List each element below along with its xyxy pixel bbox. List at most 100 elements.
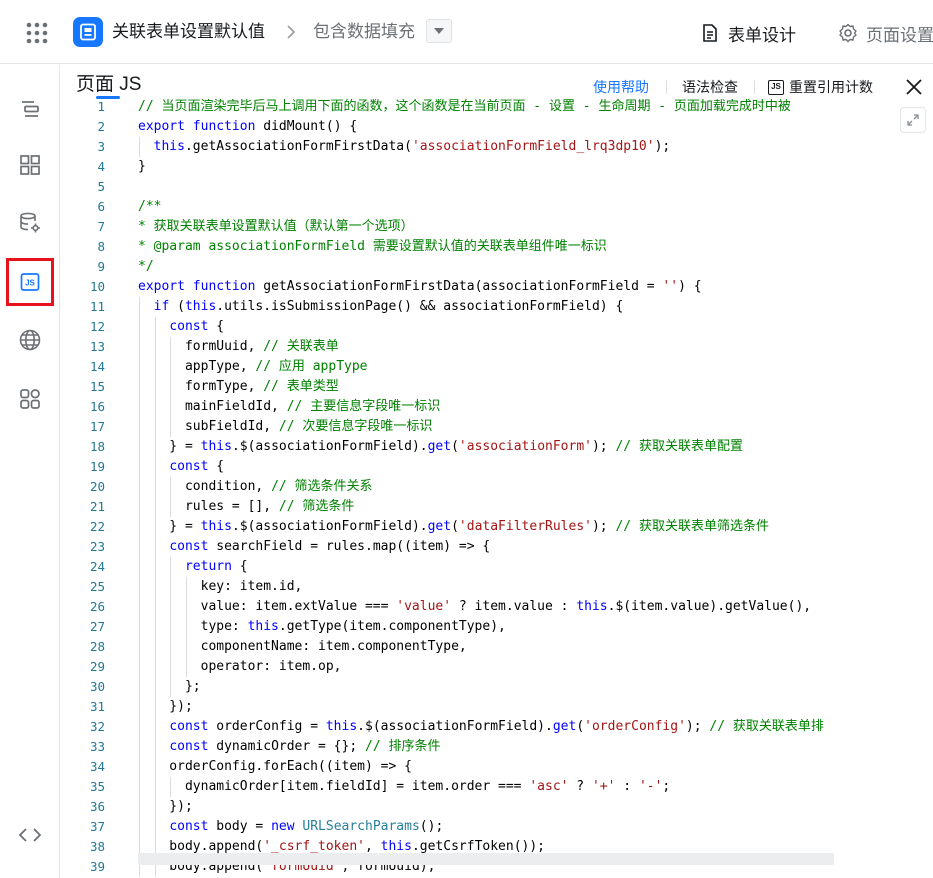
code-line: 6 /** [60, 197, 933, 217]
code-text: * @param associationFormField 需要设置默认值的关联… [138, 237, 607, 257]
code-token: ( [451, 519, 459, 534]
code-token: searchField = rules.map((item) => { [208, 539, 491, 554]
code-token: key: item.id, [138, 579, 303, 594]
code-token: ); [591, 519, 616, 534]
globe-icon[interactable] [12, 322, 48, 358]
code-token: .$(associationFormField). [357, 719, 553, 734]
expand-icon[interactable] [900, 107, 926, 133]
code-token: body = [208, 819, 272, 834]
tab-form-design[interactable]: 表单设计 [700, 20, 796, 46]
line-number: 34 [89, 759, 105, 774]
line-number: 8 [97, 239, 105, 254]
code-token: ? [568, 779, 592, 794]
code-token: this [153, 139, 185, 154]
code-text: key: item.id, [138, 577, 303, 597]
code-text: condition, // 筛选条件关系 [138, 477, 373, 497]
line-number: 17 [89, 419, 105, 434]
app-title[interactable]: 关联表单设置默认值 [112, 20, 265, 44]
code-token: /** [138, 199, 162, 214]
code-token: { [208, 319, 225, 334]
code-line: 27 type: this.getType(item.componentType… [60, 617, 933, 637]
code-line: 12 const { [60, 317, 933, 337]
reset-ref-count-label: 重置引用计数 [789, 79, 873, 95]
components-icon[interactable] [12, 147, 48, 183]
code-text: const { [138, 317, 224, 337]
code-line: 20 condition, // 筛选条件关系 [60, 477, 933, 497]
page-dropdown-button[interactable] [426, 19, 452, 43]
code-token: .getType(item.componentType), [278, 619, 506, 634]
code-token: ; [662, 779, 671, 794]
close-icon[interactable] [905, 78, 923, 96]
tab-page-settings[interactable]: 页面设置 [838, 20, 933, 46]
code-text: } = this.$(associationFormField).get('as… [138, 437, 743, 457]
line-number: 20 [89, 479, 105, 494]
app-logo-icon[interactable] [73, 17, 103, 47]
code-text: rules = [], // 筛选条件 [138, 497, 354, 517]
code-token: .utils.isSubmissionPage() && association… [216, 299, 624, 314]
line-number: 30 [89, 679, 105, 694]
datasource-icon[interactable] [12, 205, 48, 241]
line-number: 39 [89, 859, 105, 874]
code-token: // 获取关联表单配置 [615, 439, 743, 454]
code-token: // 当页面渲染完毕后马上调用下面的函数，这个函数是在当前页面 - 设置 - 生… [138, 99, 791, 114]
code-token: ( [169, 299, 185, 314]
code-line: 14 appType, // 应用 appType [60, 357, 933, 377]
code-token: ); [591, 439, 616, 454]
code-text: return { [138, 557, 248, 577]
code-text: formType, // 表单类型 [138, 377, 339, 397]
line-number: 10 [89, 279, 105, 294]
current-page-name[interactable]: 包含数据填充 [313, 20, 415, 44]
reset-ref-count-button[interactable]: JS 重置引用计数 [768, 78, 873, 96]
line-number: 6 [97, 199, 105, 214]
line-number: 36 [89, 799, 105, 814]
line-number: 16 [89, 399, 105, 414]
code-token: * @param associationFormField 需要设置默认值的关联… [138, 239, 607, 254]
js-badge-icon: JS [768, 79, 784, 95]
code-line: 28 componentName: item.componentType, [60, 637, 933, 657]
app-grid-icon[interactable] [24, 20, 50, 46]
outline-icon[interactable] [12, 91, 48, 127]
code-token: function [192, 279, 256, 294]
divider [754, 80, 755, 94]
code-line: 35 dynamicOrder[item.fieldId] = item.ord… [60, 777, 933, 797]
syntax-check-button[interactable]: 语法检查 [682, 78, 738, 96]
code-text: */ [138, 257, 154, 277]
code-line: 15 formType, // 表单类型 [60, 377, 933, 397]
code-token: // 筛选条件关系 [271, 479, 373, 494]
code-icon[interactable] [12, 817, 48, 853]
js-icon[interactable]: JS [6, 258, 54, 306]
code-token: get [427, 439, 452, 454]
code-text: } = this.$(associationFormField).get('da… [138, 517, 769, 537]
code-editor[interactable]: 1 // 当页面渲染完毕后马上调用下面的函数，这个函数是在当前页面 - 设置 - … [60, 99, 933, 878]
code-text: const { [138, 457, 224, 477]
code-text: // 当页面渲染完毕后马上调用下面的函数，这个函数是在当前页面 - 设置 - 生… [138, 99, 791, 117]
code-token: URLSearchParams [302, 819, 420, 834]
code-line: 33 const dynamicOrder = {}; // 排序条件 [60, 737, 933, 757]
code-token: , [364, 839, 381, 854]
code-token: } = [138, 439, 201, 454]
line-number: 24 [89, 559, 105, 574]
line-number: 5 [97, 179, 105, 194]
code-line: 37 const body = new URLSearchParams(); [60, 817, 933, 837]
code-token: ? item.value : [451, 599, 577, 614]
code-line: 4} [60, 157, 933, 177]
line-number: 31 [89, 699, 105, 714]
code-token: const [169, 739, 209, 754]
code-token: '_csrf_token' [263, 839, 365, 854]
code-token: ( [451, 439, 459, 454]
code-token: ( [576, 719, 585, 734]
line-number: 25 [89, 579, 105, 594]
plugins-icon[interactable] [12, 381, 48, 417]
code-text: if (this.utils.isSubmissionPage() && ass… [138, 297, 624, 317]
code-token: 'dataFilterRules' [458, 519, 592, 534]
help-link[interactable]: 使用帮助 [593, 78, 649, 96]
code-line: 26 value: item.extValue === 'value' ? it… [60, 597, 933, 617]
code-token: orderConfig = [208, 719, 326, 734]
code-line: 18 } = this.$(associationFormField).get(… [60, 437, 933, 457]
horizontal-scrollbar[interactable] [138, 853, 834, 865]
line-number: 26 [89, 599, 105, 614]
